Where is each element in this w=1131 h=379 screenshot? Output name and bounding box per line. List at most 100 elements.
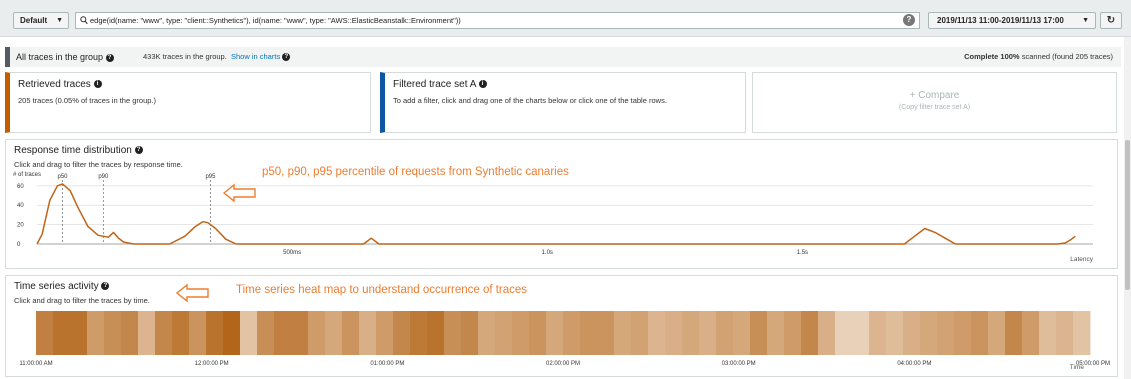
heatmap-cell — [546, 311, 564, 355]
compare-subtitle: (Copy filter trace set A) — [898, 104, 971, 111]
heatmap-cell — [444, 311, 462, 355]
info-icon: ? — [105, 53, 114, 62]
heatmap-cell — [835, 311, 853, 355]
filtered-trace-set-card[interactable]: Filtered trace set A i To add a filter, … — [380, 72, 746, 133]
heatmap-cell — [223, 311, 241, 355]
time-tick-label: 12:00:00 PM — [195, 361, 229, 367]
y-tick-label: 60 — [17, 184, 24, 190]
compare-card[interactable]: + Compare (Copy filter trace set A) — [752, 72, 1117, 133]
heatmap-cell — [189, 311, 207, 355]
heatmap-cell — [971, 311, 989, 355]
heatmap-cell — [274, 311, 292, 355]
heatmap-cell — [954, 311, 972, 355]
x-axis-label: Latency — [1070, 256, 1094, 263]
card-subtitle: To add a filter, click and drag one of t… — [393, 96, 667, 105]
scan-status: Complete 100% scanned (found 205 traces) — [964, 52, 1113, 61]
heatmap-cell — [376, 311, 394, 355]
question-circle-icon[interactable]: ? — [903, 14, 915, 26]
heatmap-cell — [716, 311, 734, 355]
heatmap-cell — [240, 311, 258, 355]
arrow-left-annotation-icon — [175, 283, 209, 303]
heatmap-cell — [903, 311, 921, 355]
heatmap-cell — [104, 311, 122, 355]
heatmap-cell — [937, 311, 955, 355]
card-title: Filtered trace set A i — [393, 79, 487, 90]
heatmap-cell — [631, 311, 649, 355]
heatmap-cell — [580, 311, 598, 355]
heatmap-cell — [1039, 311, 1057, 355]
heatmap-cell — [614, 311, 632, 355]
heatmap-cell — [665, 311, 683, 355]
heatmap-cell — [393, 311, 411, 355]
time-series-heatmap[interactable]: 11:00:00 AM 12:00:00 PM 01:00:00 PM 02:00:0… — [5, 275, 1118, 377]
scrollbar-thumb[interactable] — [1125, 140, 1130, 290]
percentile-label-p50: p50 — [58, 174, 69, 180]
heatmap-cell — [138, 311, 156, 355]
heatmap-cell — [1005, 311, 1023, 355]
y-tick-label: 40 — [17, 203, 24, 209]
heatmap-cell — [291, 311, 309, 355]
heatmap-cell — [427, 311, 445, 355]
x-tick-label: 500ms — [283, 250, 301, 256]
heatmap-cell — [36, 311, 54, 355]
info-icon: i — [93, 80, 102, 89]
heatmap-cell — [852, 311, 870, 355]
time-tick-label: 03:00:00 PM — [722, 361, 756, 367]
percentile-label-p90: p90 — [98, 174, 109, 180]
response-time-chart[interactable]: # of traces 0 20 40 60 500ms 1.0s 1.5s Latency p5… — [5, 139, 1118, 269]
show-in-charts-link[interactable]: Show in charts ? — [231, 47, 291, 67]
retrieved-traces-card[interactable]: Retrieved traces i 205 traces (0.05% of … — [5, 72, 371, 133]
time-tick-label: 02:00:00 PM — [546, 361, 580, 367]
group-trace-count: 433K traces in the group. — [143, 52, 227, 61]
heatmap-cell — [886, 311, 904, 355]
filter-expression-text: edge(id(name: "www", type: "client::Synt… — [90, 16, 461, 25]
heatmap-cell — [461, 311, 479, 355]
heatmap-cell — [53, 311, 71, 355]
heatmap-cell — [308, 311, 326, 355]
heatmap-cell — [478, 311, 496, 355]
caret-down-icon: ▼ — [1082, 17, 1089, 24]
heatmap-cell — [682, 311, 700, 355]
latency-series-line — [36, 183, 1076, 245]
heatmap-cell — [87, 311, 105, 355]
caret-down-icon: ▼ — [56, 17, 63, 24]
heatmap-cell — [920, 311, 938, 355]
heatmap-cell — [988, 311, 1006, 355]
time-range-label: 2019/11/13 11:00-2019/11/13 17:00 — [937, 16, 1064, 25]
time-range-button[interactable]: 2019/11/13 11:00-2019/11/13 17:00 ▼ — [928, 12, 1096, 29]
heatmap-cell — [563, 311, 581, 355]
heatmap-cell — [121, 311, 139, 355]
group-select-label: Default — [20, 16, 48, 25]
heatmap-cell — [750, 311, 768, 355]
refresh-icon: ↻ — [1106, 15, 1116, 26]
heatmap-cell — [818, 311, 836, 355]
time-tick-label: 04:00:00 PM — [897, 361, 931, 367]
heatmap-cell — [597, 311, 615, 355]
heatmap-cell — [1056, 311, 1074, 355]
heatmap-cell — [699, 311, 717, 355]
refresh-button[interactable]: ↻ — [1100, 12, 1122, 29]
heatmap-cell — [155, 311, 173, 355]
heatmap-cell — [767, 311, 785, 355]
time-tick-label: 01:00:00 PM — [370, 361, 404, 367]
heatmap-cell — [495, 311, 513, 355]
group-select-button[interactable]: Default ▼ — [13, 12, 69, 29]
heatmap-cell — [869, 311, 887, 355]
heatmap-cell — [70, 311, 88, 355]
heatmap-cell — [325, 311, 343, 355]
percentile-label-p95: p95 — [205, 174, 216, 180]
x-axis-label: Time — [1070, 364, 1085, 371]
filter-expression-input[interactable]: edge(id(name: "www", type: "client::Synt… — [75, 12, 920, 29]
heatmap-cell — [410, 311, 428, 355]
heatmap-cell — [172, 311, 190, 355]
heatmap-cell — [529, 311, 547, 355]
card-title: Retrieved traces i — [18, 79, 102, 90]
x-tick-label: 1.0s — [542, 250, 553, 256]
heatmap-cell — [784, 311, 802, 355]
heatmap-cell — [359, 311, 377, 355]
heatmap-cell — [801, 311, 819, 355]
compare-button[interactable]: + Compare — [753, 90, 1116, 101]
search-icon — [80, 16, 88, 25]
time-tick-label: 11:00:00 AM — [19, 361, 52, 367]
info-icon: i — [478, 80, 487, 89]
